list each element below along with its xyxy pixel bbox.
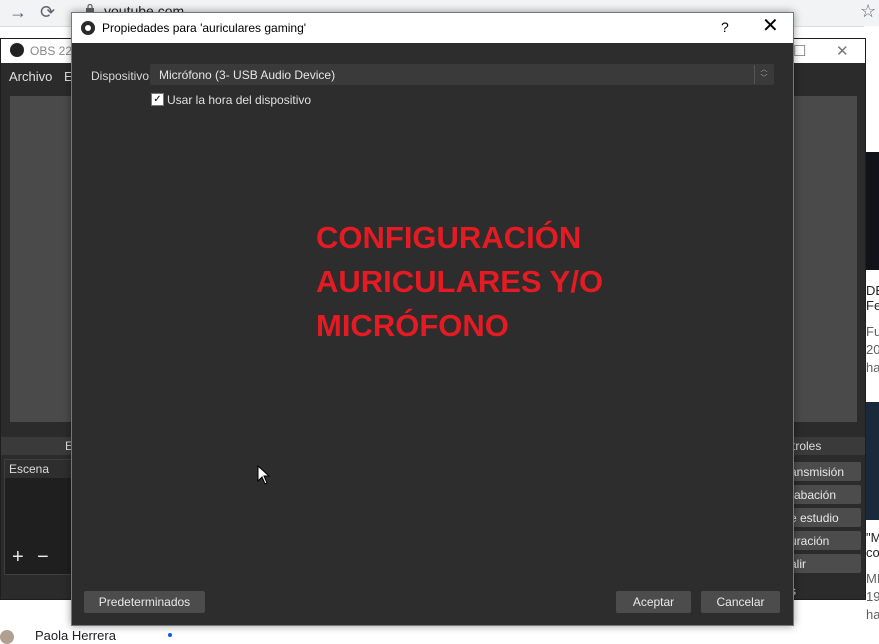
bookmark-star-icon[interactable]: ☆ [860, 1, 876, 22]
obs-logo-icon [10, 43, 24, 57]
use-device-time-label[interactable]: Usar la hora del dispositivo [167, 93, 311, 107]
video-title-fragment[interactable]: Fe [866, 298, 879, 313]
video-meta-fragment: MI [866, 571, 879, 586]
device-label: Dispositivo [91, 69, 150, 83]
youtube-sidebar: DE Fe Fu 20 ha "M co MI 19 ha [864, 26, 879, 639]
video-title-fragment[interactable]: DE [866, 283, 879, 298]
dialog-titlebar: Propiedades para 'auriculares gaming' ? … [72, 13, 793, 43]
device-select[interactable]: Micrófono (3- USB Audio Device) ︿ ﹀ [150, 64, 774, 85]
use-device-time-checkbox[interactable]: ✓ [151, 93, 164, 106]
maximize-icon[interactable]: ☐ [793, 42, 806, 60]
close-icon[interactable]: ✕ [836, 42, 849, 60]
defaults-button[interactable]: Predeterminados [84, 591, 205, 613]
close-button[interactable]: ✕ [762, 16, 779, 36]
back-arrow-icon[interactable]: → [9, 2, 27, 22]
video-thumbnail[interactable] [866, 402, 879, 520]
cancel-button[interactable]: Cancelar [701, 591, 780, 613]
video-meta-fragment: 19 [866, 589, 879, 604]
video-meta-fragment: ha [866, 607, 879, 622]
help-button[interactable]: ? [721, 19, 729, 35]
video-meta-fragment: 20 [866, 342, 879, 357]
accept-button[interactable]: Aceptar [616, 591, 691, 613]
comment-author[interactable]: Paola Herrera [35, 628, 116, 643]
more-icon[interactable] [168, 633, 172, 637]
mouse-cursor-icon [257, 465, 271, 485]
remove-scene-button[interactable]: − [37, 547, 49, 567]
video-title-fragment[interactable]: co [866, 545, 879, 560]
annotation-caption: CONFIGURACIÓN AURICULARES Y/O MICRÓFONO [316, 220, 604, 343]
scene-list-header: Escena [5, 460, 73, 478]
device-select-value: Micrófono (3- USB Audio Device) [159, 68, 336, 82]
video-thumbnail[interactable] [866, 152, 879, 270]
dialog-title: Propiedades para 'auriculares gaming' [102, 21, 307, 35]
add-scene-button[interactable]: + [12, 547, 24, 567]
video-meta-fragment: ha [866, 360, 879, 375]
menu-archivo[interactable]: Archivo [9, 69, 52, 84]
reload-icon[interactable]: ⟳ [40, 2, 55, 22]
avatar[interactable] [0, 630, 14, 644]
scenes-dock-header: E [1, 437, 73, 455]
chevron-updown-icon: ︿ ﹀ [754, 65, 773, 84]
video-title-fragment[interactable]: "M [866, 530, 879, 545]
video-meta-fragment: Fu [866, 324, 879, 339]
obs-logo-icon [81, 21, 95, 35]
